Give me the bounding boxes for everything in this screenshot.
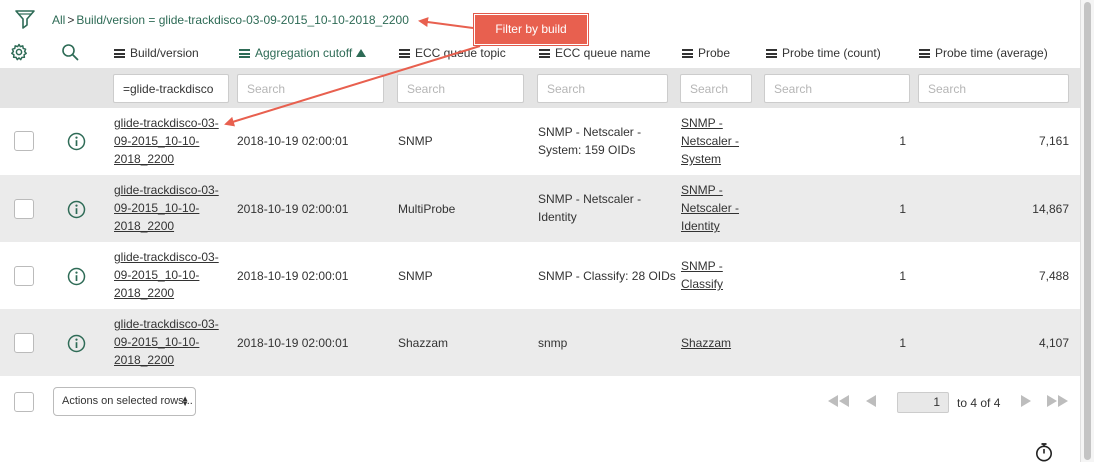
column-header-probe-time-average[interactable]: Probe time (average) [919,46,1048,60]
table-row[interactable]: glide-trackdisco-03- 09-2015_10-10- 2018_2… [0,175,1080,242]
info-icon[interactable] [67,334,86,353]
search-row-spacer [0,68,105,108]
info-icon[interactable] [67,200,86,219]
page-number-input[interactable]: 1 [897,392,949,413]
cell-build-version[interactable]: glide-trackdisco-03- 09-2015_10-10- 2018_2… [114,315,219,369]
column-menu-icon[interactable] [766,48,777,58]
cell-ecc-queue-topic: Shazzam [398,336,449,350]
cell-ecc-queue-topic: MultiProbe [398,202,456,216]
select-caret-icon: ▲ ▼ [181,394,189,408]
breadcrumb: All > Build/version = glide-trackdisco-03-… [52,13,409,27]
cell-ecc-queue-topic: SNMP [398,269,433,283]
search-input-probe[interactable] [680,74,752,103]
search-input-probe-time-average[interactable] [918,74,1069,103]
search-icon[interactable] [61,43,79,61]
cell-probe-time-average: 7,488 [1038,269,1069,283]
column-menu-icon[interactable] [919,48,930,58]
first-page-button[interactable] [828,394,849,408]
cell-ecc-queue-topic: SNMP [398,134,433,148]
row-checkbox[interactable] [14,199,34,219]
actions-select[interactable]: Actions on selected rows... ▲ ▼ [53,387,196,416]
cell-probe[interactable]: SNMP - Netscaler - System [681,114,739,168]
row-checkbox[interactable] [14,333,34,353]
cell-build-version[interactable]: glide-trackdisco-03- 09-2015_10-10- 2018_2… [114,181,219,235]
stopwatch-icon[interactable] [1034,442,1054,462]
search-input-build-version[interactable] [113,74,229,103]
row-checkbox[interactable] [14,131,34,151]
cell-probe-time-average: 4,107 [1038,336,1069,350]
previous-page-button[interactable] [866,394,876,408]
column-header-probe[interactable]: Probe [682,46,730,60]
cell-probe[interactable]: SNMP - Netscaler - Identity [681,181,739,235]
next-page-button[interactable] [1021,394,1031,408]
cell-probe-time-count: 1 [899,134,906,148]
cell-probe[interactable]: Shazzam [681,334,731,352]
cell-probe-time-count: 1 [899,336,906,350]
scrollbar-thumb[interactable] [1084,2,1091,460]
list-footer: Actions on selected rows... ▲ ▼ 1 to 4 of… [0,376,1080,462]
select-all-checkbox[interactable] [14,392,34,412]
cell-ecc-queue-name: SNMP - Netscaler - Identity [538,192,642,224]
cell-aggregation-cutoff: 2018-10-19 02:00:01 [237,269,349,283]
search-input-aggregation-cutoff[interactable] [237,74,384,103]
column-header-ecc-queue-name[interactable]: ECC queue name [539,46,650,60]
table-row[interactable]: glide-trackdisco-03- 09-2015_10-10- 2018_2… [0,309,1080,376]
table-row[interactable]: glide-trackdisco-03- 09-2015_10-10- 2018_2… [0,242,1080,309]
breadcrumb-filter-condition[interactable]: Build/version = glide-trackdisco-03-09-2… [76,13,409,27]
table-row[interactable]: glide-trackdisco-03- 09-2015_10-10- 2018_2… [0,108,1080,175]
row-checkbox[interactable] [14,266,34,286]
column-menu-icon[interactable] [539,48,550,58]
cell-ecc-queue-name: snmp [538,336,568,350]
search-input-probe-time-count[interactable] [764,74,910,103]
column-menu-icon[interactable] [682,48,693,58]
breadcrumb-all[interactable]: All [52,13,65,27]
cell-build-version[interactable]: glide-trackdisco-03- 09-2015_10-10- 2018_2… [114,248,219,302]
cell-aggregation-cutoff: 2018-10-19 02:00:01 [237,134,349,148]
cell-probe-time-average: 14,867 [1032,202,1069,216]
column-header-probe-time-count[interactable]: Probe time (count) [766,46,881,60]
column-menu-icon[interactable] [114,48,125,58]
sort-ascending-icon [356,49,367,57]
column-menu-icon[interactable] [239,48,250,58]
cell-ecc-queue-name: SNMP - Netscaler - System: 159 OIDs [538,125,642,157]
cell-build-version[interactable]: glide-trackdisco-03- 09-2015_10-10- 2018_2… [114,114,219,168]
column-menu-icon[interactable] [399,48,410,58]
column-header-build-version[interactable]: Build/version [114,46,199,60]
vertical-scrollbar[interactable] [1080,0,1094,462]
column-header-aggregation-cutoff[interactable]: Aggregation cutoff [239,46,367,60]
info-icon[interactable] [67,132,86,151]
last-page-button[interactable] [1047,394,1068,408]
annotation-callout: Filter by build [473,13,589,46]
info-icon[interactable] [67,267,86,286]
breadcrumb-separator: > [67,13,75,27]
cell-probe-time-count: 1 [899,269,906,283]
column-header-ecc-queue-topic[interactable]: ECC queue topic [399,46,506,60]
gear-icon[interactable] [10,43,28,61]
cell-aggregation-cutoff: 2018-10-19 02:00:01 [237,336,349,350]
cell-ecc-queue-name: SNMP - Classify: 28 OIDs [538,269,676,283]
search-input-ecc-queue-name[interactable] [537,74,668,103]
cell-probe-time-count: 1 [899,202,906,216]
filter-icon[interactable] [14,8,36,30]
page-total: to 4 of 4 [957,396,1001,410]
column-search-row [0,68,1080,108]
cell-probe-time-average: 7,161 [1038,134,1069,148]
cell-aggregation-cutoff: 2018-10-19 02:00:01 [237,202,349,216]
search-input-ecc-queue-topic[interactable] [397,74,524,103]
cell-probe[interactable]: SNMP - Classify [681,257,723,293]
